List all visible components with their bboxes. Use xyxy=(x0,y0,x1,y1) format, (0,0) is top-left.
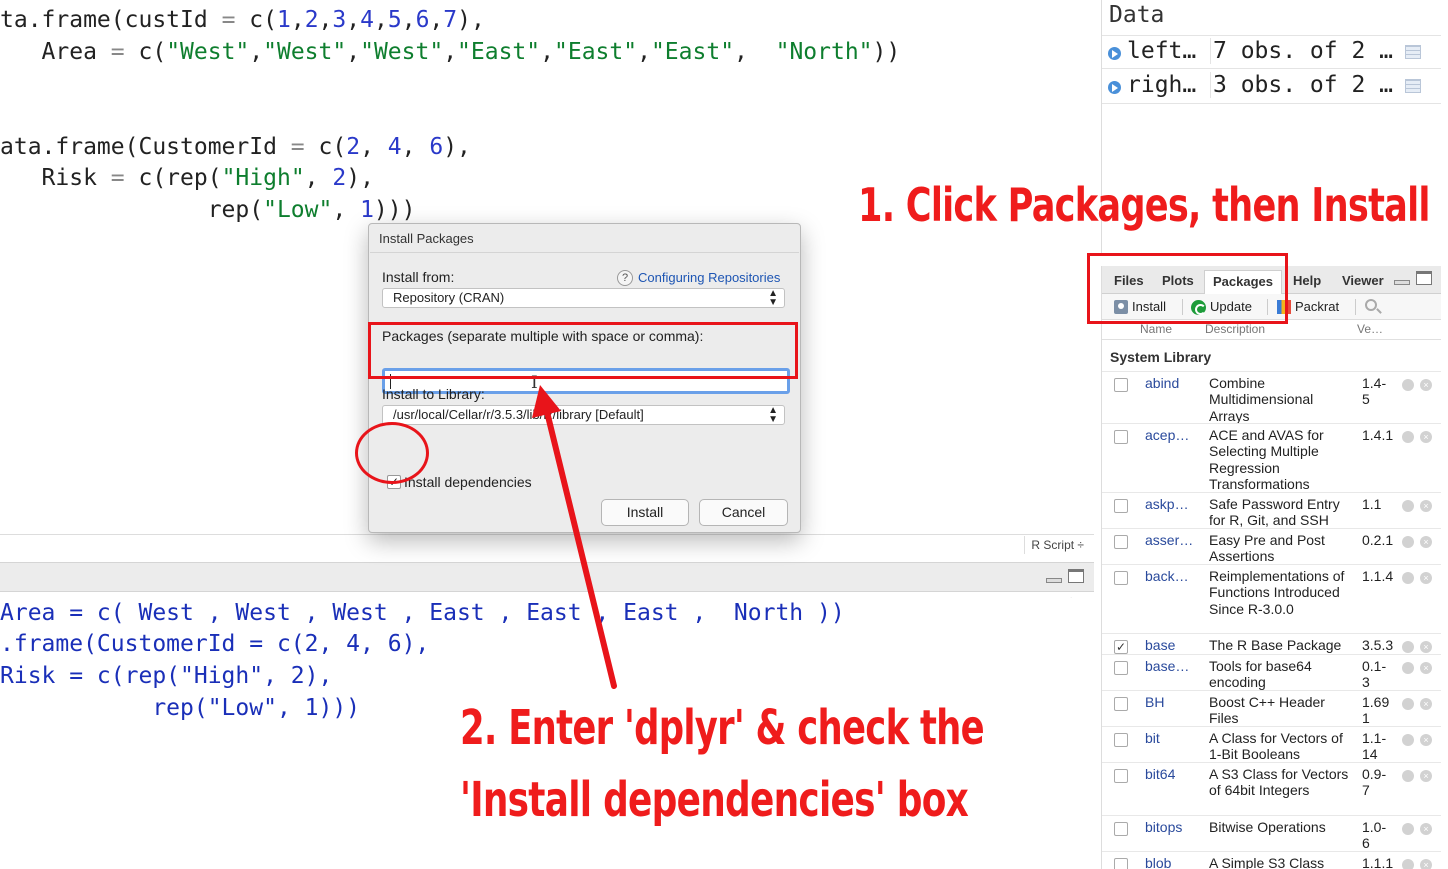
step1-annotation: 1. Click Packages, then Install xyxy=(858,178,1430,232)
step2-annotation-line1: 2. Enter 'dplyr' & check the xyxy=(460,700,985,756)
step2-annotation-line2: 'Install dependencies' box xyxy=(460,772,969,828)
